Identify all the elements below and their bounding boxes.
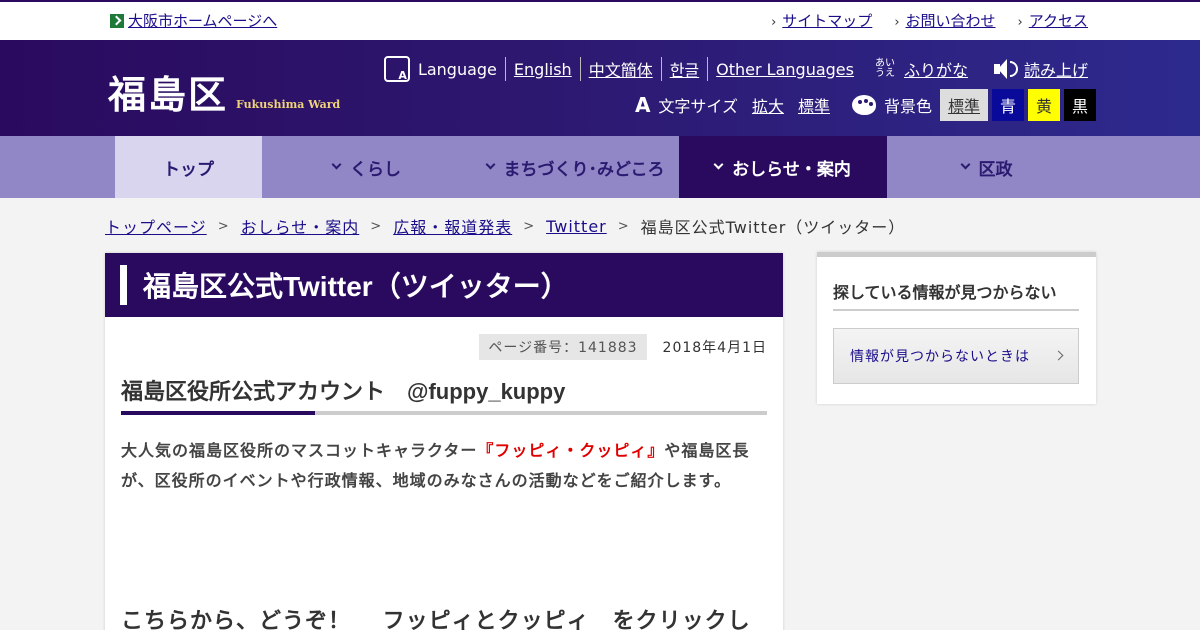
chevron-down-icon — [960, 159, 970, 170]
font-size-label: 文字サイズ — [658, 97, 738, 116]
furigana-link[interactable]: ふりがな — [904, 57, 968, 81]
divider — [660, 57, 662, 81]
language-bar: Language English 中文簡体 한글 Other Languages… — [383, 56, 1088, 82]
chevron-right-icon: > — [523, 218, 536, 234]
nav-kusei[interactable]: 区政 — [887, 136, 1087, 198]
divider — [707, 57, 709, 81]
nav-kusei-label: 区政 — [978, 159, 1013, 180]
nav-oshirase-label: おしらせ・案内 — [732, 159, 851, 180]
divider — [579, 57, 581, 81]
bg-black-button[interactable]: 黒 — [1064, 89, 1096, 121]
breadcrumb-current: 福島区公式Twitter（ツイッター） — [640, 218, 906, 237]
chevron-right-icon: › — [1017, 15, 1023, 30]
lang-chinese[interactable]: 中文簡体 — [589, 57, 653, 81]
breadcrumb-item[interactable]: 広報・報道発表 — [393, 214, 512, 238]
chevron-down-icon — [485, 159, 495, 170]
lang-other[interactable]: Other Languages — [716, 60, 854, 79]
title-accent — [120, 265, 127, 305]
lang-english[interactable]: English — [514, 60, 572, 79]
contact-link-text[interactable]: お問い合わせ — [906, 12, 996, 30]
translate-icon — [383, 56, 410, 82]
logo-roman: Fukushima Ward — [236, 98, 341, 111]
sitemap-link-text[interactable]: サイトマップ — [782, 12, 872, 30]
intro-part: 大人気の福島区役所のマスコットキャラクター — [121, 441, 478, 460]
display-settings: A 文字サイズ 拡大 標準 背景色 標準 青 黄 黒 — [635, 89, 1096, 121]
nav-top-label: トップ — [163, 159, 214, 180]
osaka-home-link-text[interactable]: 大阪市ホームページへ — [128, 10, 277, 31]
page-title-bar: 福島区公式Twitter（ツイッター） — [105, 253, 783, 317]
not-found-button-label: 情報が見つからないときは — [850, 349, 1030, 365]
chevron-down-icon — [713, 159, 724, 170]
site-logo[interactable]: 福島区 Fukushima Ward — [108, 64, 340, 119]
utility-links: › サイトマップ › お問い合わせ › アクセス — [771, 10, 1088, 31]
heading-underline — [121, 411, 767, 415]
divider — [833, 309, 1079, 311]
sitemap-link[interactable]: › サイトマップ — [771, 10, 872, 31]
publish-date: 2018年4月1日 — [662, 340, 767, 356]
mascot-name: 『フッピィ・クッピィ』 — [477, 441, 665, 460]
logo-kanji: 福島区 — [108, 72, 229, 117]
help-panel: 探している情報が見つからない 情報が見つからないときは — [817, 252, 1096, 404]
bg-color-label: 背景色 — [883, 97, 932, 116]
furigana-icon: あい うえ — [874, 58, 895, 79]
page-meta: ページ番号：141883 2018年4月1日 — [479, 334, 767, 360]
nav-oshirase[interactable]: おしらせ・案内 — [679, 136, 887, 198]
lang-korean[interactable]: 한글 — [670, 57, 699, 81]
breadcrumb-item[interactable]: トップページ — [105, 214, 207, 238]
osaka-home-link[interactable]: 大阪市ホームページへ — [110, 10, 277, 31]
nav-top[interactable]: トップ — [115, 136, 262, 198]
chevron-right-icon: > — [617, 218, 630, 234]
site-header: 福島区 Fukushima Ward Language English 中文簡体… — [0, 40, 1200, 136]
utility-bar: 大阪市ホームページへ › サイトマップ › お問い合わせ › アクセス — [0, 0, 1200, 40]
palette-icon — [851, 95, 876, 115]
divider — [504, 57, 506, 81]
chevron-right-icon — [1053, 350, 1064, 361]
font-size-icon: A — [634, 93, 651, 117]
font-size-large[interactable]: 拡大 — [752, 93, 784, 117]
chevron-down-icon — [331, 159, 342, 170]
read-aloud-link[interactable]: 読み上げ — [1024, 57, 1088, 81]
language-label: Language — [417, 59, 497, 79]
nav-kurashi-label: くらし — [350, 159, 401, 180]
bg-standard-button[interactable]: 標準 — [940, 89, 988, 121]
access-link[interactable]: › アクセス — [1018, 10, 1088, 31]
breadcrumb: トップページ > おしらせ・案内 > 広報・報道発表 > Twitter > 福… — [105, 214, 905, 238]
help-panel-heading: 探している情報が見つからない — [833, 283, 1057, 302]
chevron-right-icon: › — [894, 15, 900, 30]
access-link-text[interactable]: アクセス — [1029, 12, 1088, 30]
arrow-square-icon — [110, 13, 124, 28]
section-heading: 福島区役所公式アカウント @fuppy_kuppy — [121, 379, 566, 404]
intro-text: 大人気の福島区役所のマスコットキャラクター『フッピィ・クッピィ』や福島区長が、区… — [121, 436, 761, 496]
contact-link[interactable]: › お問い合わせ — [894, 10, 995, 31]
chevron-right-icon: > — [370, 218, 383, 234]
page-number: ページ番号：141883 — [479, 334, 647, 360]
sub-heading: こちらから、どうぞ！ フッピィとクッピィ をクリックし — [121, 609, 751, 630]
breadcrumb-item[interactable]: おしらせ・案内 — [241, 214, 360, 238]
nav-machizukuri-label: まちづくり･みどころ — [503, 159, 665, 180]
breadcrumb-item[interactable]: Twitter — [546, 217, 607, 236]
bg-yellow-button[interactable]: 黄 — [1028, 89, 1060, 121]
page-title: 福島区公式Twitter（ツイッター） — [143, 271, 569, 302]
chevron-right-icon: > — [217, 218, 230, 234]
bg-blue-button[interactable]: 青 — [992, 89, 1024, 121]
speaker-icon — [993, 58, 1018, 80]
font-size-standard[interactable]: 標準 — [798, 93, 830, 117]
chevron-right-icon: › — [771, 15, 777, 30]
nav-machizukuri[interactable]: まちづくり･みどころ — [472, 136, 679, 198]
global-nav: トップ くらし まちづくり･みどころ おしらせ・案内 区政 — [0, 136, 1200, 198]
not-found-button[interactable]: 情報が見つからないときは — [833, 328, 1079, 384]
main-content: 福島区公式Twitter（ツイッター） ページ番号：141883 2018年4月… — [105, 253, 783, 630]
nav-kurashi[interactable]: くらし — [262, 136, 472, 198]
